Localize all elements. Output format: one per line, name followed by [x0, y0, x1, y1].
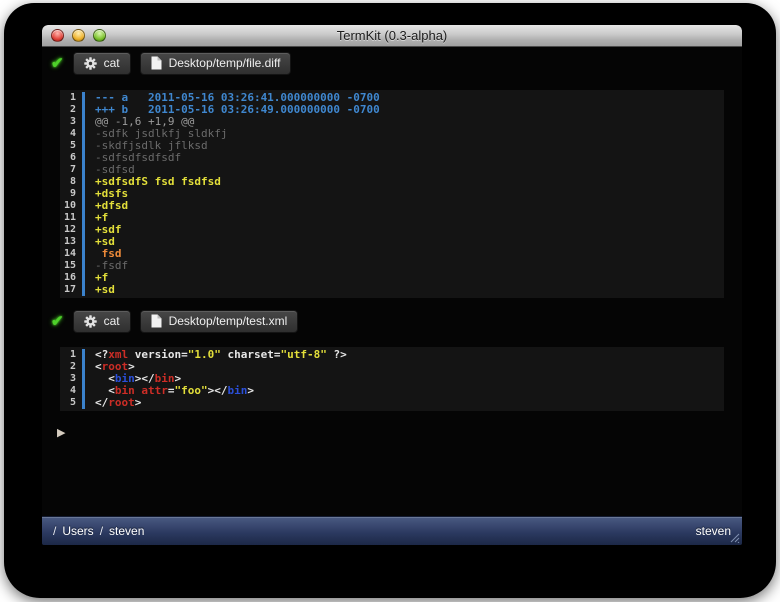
line-number: 12	[60, 224, 82, 236]
command-token-badge[interactable]: cat	[73, 310, 131, 333]
code-token: +sd	[95, 283, 115, 296]
line-number: 1	[60, 349, 82, 361]
termkit-window: TermKit (0.3-alpha) ✔	[42, 25, 742, 545]
line-number: 3	[60, 373, 82, 385]
window-titlebar[interactable]: TermKit (0.3-alpha)	[42, 25, 742, 47]
zoom-button[interactable]	[93, 29, 106, 42]
code-token: >	[247, 384, 254, 397]
code-token: >	[135, 396, 142, 409]
resize-grip-icon[interactable]	[728, 531, 740, 543]
file-path-label: Desktop/temp/test.xml	[169, 314, 288, 328]
success-check-icon: ✔	[51, 54, 64, 72]
gear-icon	[84, 57, 97, 70]
output-line: 17 +sd	[60, 284, 724, 296]
command-output-diff: 1--- a 2011-05-16 03:26:41.000000000 -07…	[60, 90, 724, 298]
traffic-lights	[51, 29, 106, 42]
file-argument-badge[interactable]: Desktop/temp/file.diff	[140, 52, 292, 75]
terminal-area: ✔ cat	[42, 47, 742, 516]
code-token: bin	[227, 384, 247, 397]
code-text: </root>	[85, 397, 141, 409]
line-number: 7	[60, 164, 82, 176]
code-token: "1.0"	[188, 348, 221, 361]
line-number: 2	[60, 361, 82, 373]
line-number: 3	[60, 116, 82, 128]
line-number: 1	[60, 92, 82, 104]
line-number: 5	[60, 397, 82, 409]
code-token: version=	[128, 348, 188, 361]
output-line: 12+sdf	[60, 224, 724, 236]
command-token-badge[interactable]: cat	[73, 52, 131, 75]
file-argument-badge[interactable]: Desktop/temp/test.xml	[140, 310, 299, 333]
status-bar: / Users / steven steven	[42, 516, 742, 545]
window-shadow: TermKit (0.3-alpha) ✔	[4, 3, 776, 598]
code-token: charset=	[221, 348, 281, 361]
output-line: 9+dsfs	[60, 188, 724, 200]
file-path-label: Desktop/temp/file.diff	[169, 56, 281, 70]
output-line: 1<?xml version="1.0" charset="utf-8" ?>	[60, 349, 724, 361]
output-line: 5</root>	[60, 397, 724, 409]
output-line: 16+f	[60, 272, 724, 284]
code-token: ></	[208, 384, 228, 397]
file-icon	[151, 56, 162, 70]
user-label: steven	[696, 524, 731, 538]
gear-icon	[84, 315, 97, 328]
success-check-icon: ✔	[51, 312, 64, 330]
command-label: cat	[104, 314, 120, 328]
breadcrumb-segment[interactable]: Users	[62, 524, 93, 538]
command-row-2: ✔ cat	[51, 309, 298, 333]
line-number: 5	[60, 140, 82, 152]
code-token: </	[95, 396, 108, 409]
file-icon	[151, 314, 162, 328]
command-row-1: ✔ cat	[51, 51, 291, 75]
line-number: 9	[60, 188, 82, 200]
command-output-xml: 1<?xml version="1.0" charset="utf-8" ?>2…	[60, 347, 724, 411]
code-token: ?>	[327, 348, 347, 361]
code-text: +sd	[85, 284, 115, 296]
line-number: 17	[60, 284, 82, 296]
output-line: 4 <bin attr="foo"></bin>	[60, 385, 724, 397]
prompt-collapsed-indicator[interactable]: ▶	[57, 426, 65, 439]
line-number: 6	[60, 152, 82, 164]
line-number: 11	[60, 212, 82, 224]
code-token: root	[108, 396, 135, 409]
line-number: 4	[60, 128, 82, 140]
line-number: 8	[60, 176, 82, 188]
line-number: 4	[60, 385, 82, 397]
line-number: 15	[60, 260, 82, 272]
line-number: 10	[60, 200, 82, 212]
breadcrumb[interactable]: / Users / steven	[53, 524, 144, 538]
output-line: 13+sd	[60, 236, 724, 248]
code-token: "utf-8"	[280, 348, 326, 361]
window-title: TermKit (0.3-alpha)	[42, 25, 742, 47]
code-token: "foo"	[174, 384, 207, 397]
line-number: 16	[60, 272, 82, 284]
line-number: 2	[60, 104, 82, 116]
output-line: 15-fsdf	[60, 260, 724, 272]
breadcrumb-separator: /	[100, 524, 103, 538]
minimize-button[interactable]	[72, 29, 85, 42]
output-line: 11+f	[60, 212, 724, 224]
command-label: cat	[104, 56, 120, 70]
output-line: 8+sdfsdfS fsd fsdfsd	[60, 176, 724, 188]
close-button[interactable]	[51, 29, 64, 42]
breadcrumb-separator: /	[53, 524, 56, 538]
output-line: 6-sdfsdfsdfsdf	[60, 152, 724, 164]
line-number: 14	[60, 248, 82, 260]
output-line: 14 fsd	[60, 248, 724, 260]
output-line: 10+dfsd	[60, 200, 724, 212]
breadcrumb-segment[interactable]: steven	[109, 524, 144, 538]
line-number: 13	[60, 236, 82, 248]
